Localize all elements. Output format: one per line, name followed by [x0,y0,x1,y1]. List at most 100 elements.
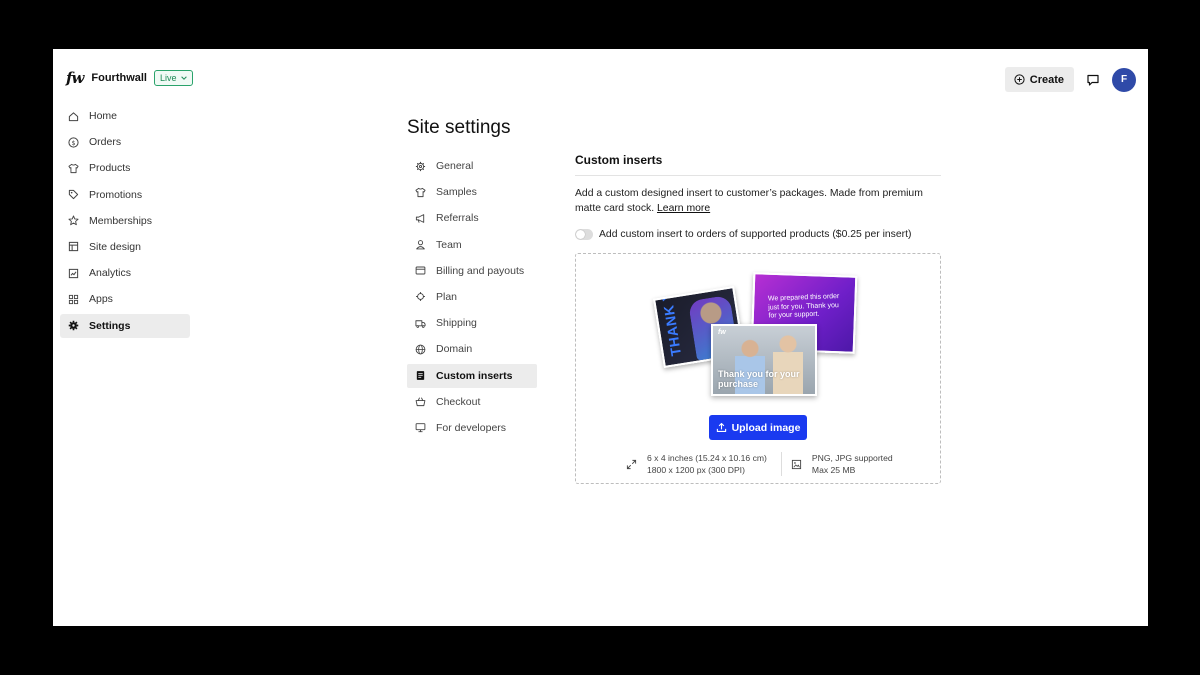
layout-icon [68,242,79,252]
chart-icon [68,268,79,278]
live-badge-label: Live [159,73,177,83]
sidebar-item-promotions[interactable]: Promotions [60,183,190,207]
settings-nav-billing[interactable]: Billing and payouts [407,259,537,283]
spec-divider [780,452,782,476]
settings-nav-label: For developers [436,421,507,434]
page-title: Site settings [407,117,511,138]
upload-icon [716,422,726,432]
image-icon [791,459,801,469]
settings-nav-label: General [436,160,474,172]
settings-nav-label: Shipping [436,317,477,330]
sidebar: Home $ Orders Products Promotions Member… [60,104,190,340]
settings-nav-team[interactable]: Team [407,233,537,257]
fourthwall-logo[interactable]: fw [66,69,84,87]
sidebar-item-analytics[interactable]: Analytics [60,261,190,285]
sidebar-item-products[interactable]: Products [60,156,190,180]
gear-outline-icon [415,161,426,171]
settings-nav-referrals[interactable]: Referrals [407,206,537,230]
preview-card-thank-you-text: THANK YOU [654,286,685,358]
settings-nav: General Samples Referrals Team Billing a… [407,154,537,442]
person-icon [416,240,425,250]
settings-nav-label: Team [436,238,462,251]
insert-toggle-row: Add custom insert to orders of supported… [575,229,941,240]
preview-card-photo-text: Thank you for your purchase [718,369,800,389]
settings-nav-general[interactable]: General [407,154,537,178]
spec-formats: PNG, JPG supported Max 25 MB [791,452,893,476]
svg-text:$: $ [71,139,75,147]
chevron-down-icon [180,76,187,80]
settings-nav-plan[interactable]: Plan [407,285,537,309]
spec-size-inches: 6 x 4 inches (15.24 x 10.16 cm) [647,453,767,463]
megaphone-icon [415,214,425,223]
custom-insert-toggle[interactable] [575,229,593,240]
create-button[interactable]: Create [1004,67,1074,92]
section-title: Custom inserts [575,153,941,176]
settings-nav-samples[interactable]: Samples [407,180,537,204]
image-dropzone[interactable]: THANK YOU We prepared this order just fo… [575,253,941,484]
live-status-badge[interactable]: Live [153,70,193,86]
card-icon [415,266,426,275]
sidebar-item-label: Site design [89,240,141,253]
apps-grid-icon [68,294,79,304]
preview-card-photo: fw Thank you for your purchase [711,324,817,396]
expand-arrows-icon [626,459,637,469]
chat-icon[interactable] [1086,73,1100,87]
settings-nav-label: Plan [436,290,458,303]
spec-file-types: PNG, JPG supported [811,453,893,463]
truck-icon [415,319,426,328]
insert-preview-collage: THANK YOU We prepared this order just fo… [653,270,860,400]
header-actions: Create F [1004,67,1136,92]
settings-nav-label: Referrals [436,212,479,225]
dollar-circle-icon: $ [68,137,79,148]
settings-nav-label: Checkout [436,395,481,408]
shirt-icon [68,163,79,173]
app-window: fw Fourthwall Live Create F Home $ Order… [53,49,1148,626]
sidebar-item-memberships[interactable]: Memberships [60,209,190,233]
settings-nav-label: Billing and payouts [436,264,525,277]
star-icon [68,215,79,226]
settings-nav-shipping[interactable]: Shipping [407,311,537,335]
avatar[interactable]: F [1112,67,1136,92]
upload-image-button[interactable]: Upload image [709,415,807,440]
sidebar-item-label: Apps [89,293,113,306]
sidebar-item-label: Home [89,110,118,122]
shirt-icon [415,187,426,197]
sidebar-item-label: Settings [89,319,131,332]
sidebar-item-label: Products [89,162,131,175]
sidebar-item-label: Orders [89,136,122,149]
description-text: Add a custom designed insert to customer… [575,188,923,214]
globe-icon [415,344,426,355]
settings-nav-developers[interactable]: For developers [407,416,537,440]
basket-icon [415,397,426,407]
monitor-icon [415,423,426,433]
plus-circle-icon [1014,74,1025,85]
settings-nav-label: Domain [436,343,473,356]
spec-size-pixels: 1800 x 1200 px (300 DPI) [647,465,745,475]
brand: fw Fourthwall Live [66,69,193,87]
custom-inserts-panel: Custom inserts Add a custom designed ins… [575,153,941,484]
settings-nav-custom-inserts[interactable]: Custom inserts [407,363,537,388]
preview-card-logo: fw [718,329,726,336]
section-description: Add a custom designed insert to customer… [575,186,941,216]
home-icon [68,111,79,121]
sidebar-item-home[interactable]: Home [60,104,190,128]
preview-card-message-text: We prepared this order just for you. Tha… [767,293,840,320]
puzzle-icon [416,292,425,302]
sidebar-item-label: Memberships [89,214,153,227]
settings-nav-checkout[interactable]: Checkout [407,390,537,414]
spec-dimensions: 6 x 4 inches (15.24 x 10.16 cm) 1800 x 1… [626,452,767,476]
brand-name: Fourthwall [91,72,147,84]
sidebar-item-label: Analytics [89,267,132,280]
sidebar-item-orders[interactable]: $ Orders [60,130,190,154]
toggle-label: Add custom insert to orders of supported… [599,229,912,240]
upload-specs: 6 x 4 inches (15.24 x 10.16 cm) 1800 x 1… [626,452,893,476]
sidebar-item-apps[interactable]: Apps [60,287,190,311]
settings-nav-label: Samples [436,186,477,199]
learn-more-link[interactable]: Learn more [657,203,710,214]
sidebar-item-label: Promotions [89,188,143,201]
settings-nav-label: Custom inserts [436,369,513,382]
sidebar-item-site-design[interactable]: Site design [60,235,190,259]
create-button-label: Create [1029,73,1064,86]
sidebar-item-settings[interactable]: Settings [60,313,190,338]
settings-nav-domain[interactable]: Domain [407,337,537,361]
